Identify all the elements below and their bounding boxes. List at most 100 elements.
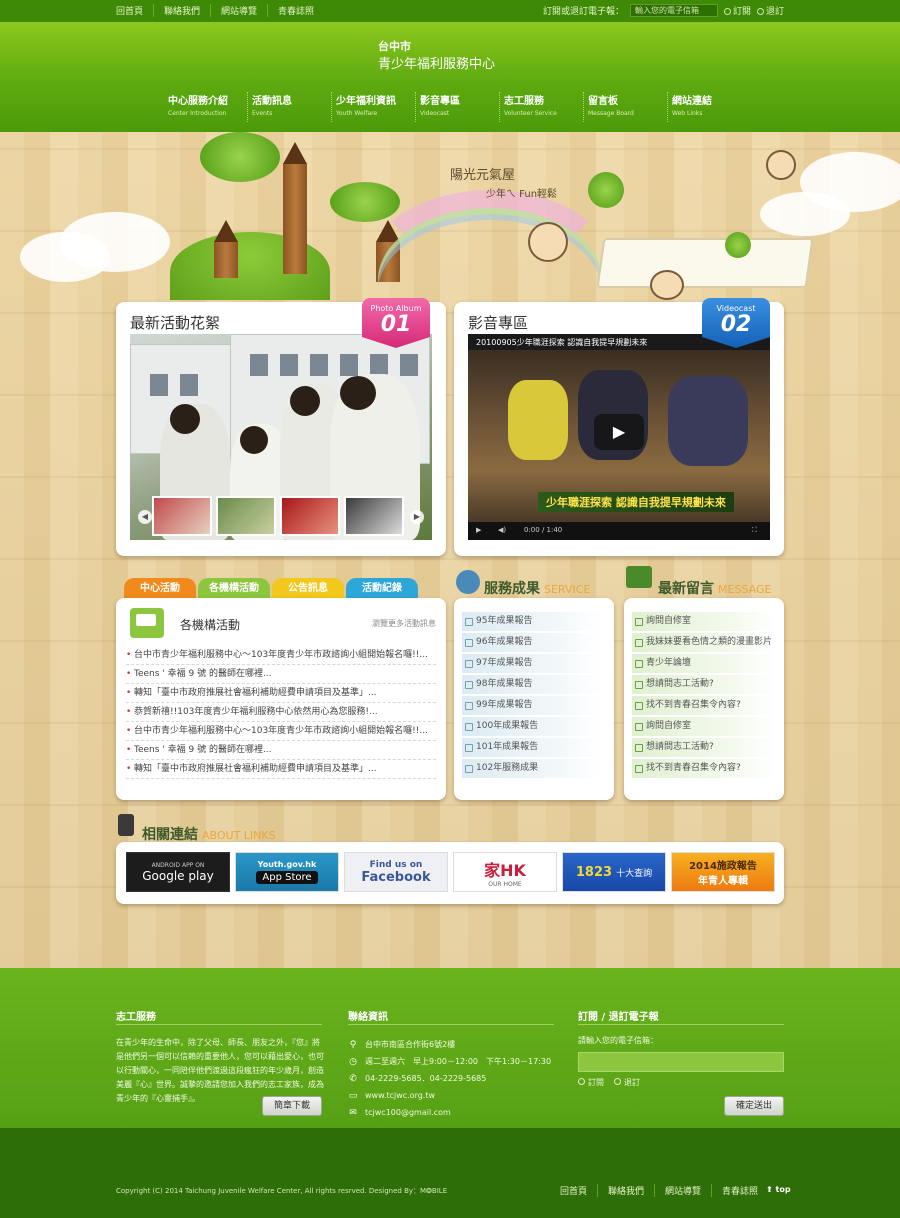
video-time: 0:00 / 1:40 (524, 526, 563, 534)
message-item[interactable]: 找不到青春召集令內容? (632, 696, 776, 715)
footer-contact-list: ⚲ 台中市南區合作街6號2樓 ◷ 週二至週六 早上9:00－12:00 下午1:30… (348, 1036, 551, 1121)
nav-message-board[interactable]: 留言板 Message Board (584, 92, 668, 122)
thumbnail[interactable] (280, 496, 340, 536)
phone-icon: ✆ (349, 1073, 357, 1084)
tab-announcements[interactable]: 公告訊息 (272, 578, 344, 600)
service-report-item[interactable]: 97年成果報告 (462, 654, 602, 673)
subscribe-radio[interactable]: 訂閱 (723, 4, 751, 17)
contact-website[interactable]: ▭ www.tcjwc.org.tw (348, 1087, 551, 1104)
subscribe-email-input[interactable]: 輸入您的電子信箱 (629, 4, 718, 17)
newsletter-subscribe-radio[interactable]: 訂閱 (578, 1076, 604, 1090)
thumbnail[interactable] (344, 496, 404, 536)
video-player[interactable]: 20100905少年職涯探索 認識自我提早規劃未來 ▶ 少年職涯探索 認識自我提… (468, 334, 770, 540)
bottom-links: 回首頁 聯絡我們 網站導覽 青春誌照 (560, 1184, 768, 1197)
video-controls: ▶ ◀) 0:00 / 1:40 ⛶ (468, 522, 770, 540)
message-item[interactable]: 想請問志工活動? (632, 675, 776, 694)
contact-email[interactable]: ✉ tcjwc100@gmail.com (348, 1104, 551, 1121)
list-item[interactable]: 台中市青少年福利服務中心～103年度青少年市政諮詢小組開始報名囉!!... (126, 646, 436, 665)
list-item[interactable]: 台中市青少年福利服務中心～103年度青少年市政諮詢小組開始報名囉!!... (126, 722, 436, 741)
facebook-link[interactable]: Find us on Facebook (344, 852, 448, 892)
top-link-contact[interactable]: 聯絡我們 (154, 4, 212, 17)
banner-slogan-title: 陽光元氣屋 (450, 168, 516, 183)
bottom-link-contact[interactable]: 聯絡我們 (598, 1184, 656, 1197)
logo-line2[interactable]: 青少年福利服務中心 (378, 53, 495, 72)
google-play-link[interactable]: ANDROID APP ON Google play (126, 852, 230, 892)
home-hk-link[interactable]: 家HK OUR HOME (453, 852, 557, 892)
nav-events[interactable]: 活動訊息 Events (248, 92, 332, 122)
service-heading: 服務成果 SERVICE (484, 581, 591, 597)
service-report-item[interactable]: 98年成果報告 (462, 675, 602, 694)
play-icon[interactable]: ▶ (594, 414, 644, 450)
message-panel: 詢問自修室 我妹妹要看色情之類的漫畫影片 青少年論壇 想請問志工活動? 找不到青… (624, 598, 784, 800)
activity-tabs: 中心活動 各機構活動 公告訊息 活動紀錄 (124, 578, 418, 600)
photo-slideshow[interactable]: ◀ ▶ (130, 334, 432, 540)
bottom-link-home[interactable]: 回首頁 (560, 1184, 599, 1197)
list-item[interactable]: Teens ' 幸福 9 號 的醫師在哪裡... (126, 741, 436, 760)
top-link-sitemap[interactable]: 網站導覽 (211, 4, 269, 17)
download-brochure-button[interactable]: 簡章下載 (262, 1096, 322, 1116)
tab-activity-records[interactable]: 活動紀錄 (346, 578, 418, 600)
nav-youth-welfare[interactable]: 少年福利資訊 Youth Welfare (332, 92, 416, 122)
mail-icon: ✉ (349, 1107, 357, 1118)
unsubscribe-radio[interactable]: 退訂 (756, 4, 784, 17)
app-store-link[interactable]: Youth.gov.hk App Store (235, 852, 339, 892)
arrow-up-icon: ⬆ (766, 1185, 776, 1194)
banner-slogan-sub: 少年ㄟ Fun輕鬆 (486, 189, 558, 200)
logo-line1[interactable]: 台中市 (378, 38, 411, 54)
nav-videocast[interactable]: 影音專區 Videocast (416, 92, 500, 122)
copyright: Copyright (C) 2014 Taichung Juvenile Wel… (116, 1187, 448, 1195)
list-item[interactable]: 恭賀新禧!!103年度青少年福利服務中心依然用心為您服務!... (126, 703, 436, 722)
newsletter-unsubscribe-radio[interactable]: 退訂 (614, 1076, 640, 1090)
activity-panel: 各機構活動 瀏覽更多活動訊息 台中市青少年福利服務中心～103年度青少年市政諮詢… (116, 598, 446, 800)
1823-link[interactable]: 1823 十大查詢 (562, 852, 666, 892)
submit-newsletter-button[interactable]: 確定送出 (724, 1096, 784, 1116)
service-report-item[interactable]: 102年服務成果 (462, 759, 602, 778)
back-to-top-button[interactable]: ⬆ top (766, 1185, 791, 1194)
top-link-home[interactable]: 回首頁 (116, 4, 155, 17)
message-item[interactable]: 我妹妹要看色情之類的漫畫影片 (632, 633, 776, 652)
message-item[interactable]: 找不到青春召集令內容? (632, 759, 776, 778)
more-activities-link[interactable]: 瀏覽更多活動訊息 (372, 618, 436, 629)
clock-icon: ◷ (349, 1056, 357, 1067)
contact-hours: ◷ 週二至週六 早上9:00－12:00 下午1:30－17:30 (349, 1056, 552, 1067)
thumbnail[interactable] (216, 496, 276, 536)
activity-heading: 各機構活動 (180, 618, 241, 632)
kid-illustration (766, 150, 796, 180)
service-report-item[interactable]: 100年成果報告 (462, 717, 602, 736)
nav-center-introduction[interactable]: 中心服務介紹 Center Introduction (164, 92, 248, 122)
top-utility-bar: 回首頁 聯絡我們 網站導覽 青春誌照 訂閱或退訂電子報： 輸入您的電子信箱 訂閱… (0, 0, 900, 22)
newsletter-email-input[interactable] (578, 1052, 784, 1072)
nav-volunteer-service[interactable]: 志工服務 Volunteer Service (500, 92, 584, 122)
thumbnail[interactable] (152, 496, 212, 536)
newsletter-label: 請輸入您的電子信箱： (578, 1036, 658, 1045)
service-report-item[interactable]: 101年成果報告 (462, 738, 602, 757)
list-item[interactable]: 轉知「臺中市政府推展社會福利補助經費申請項目及基準」... (126, 684, 436, 703)
message-item[interactable]: 詢問自修室 (632, 612, 776, 631)
message-item[interactable]: 詢問自修室 (632, 717, 776, 736)
main-nav: 中心服務介紹 Center Introduction 活動訊息 Events 少年福… (164, 92, 752, 122)
fullscreen-icon[interactable]: ⛶ (752, 526, 757, 535)
service-report-item[interactable]: 95年成果報告 (462, 612, 602, 631)
chat-icon (130, 608, 164, 638)
service-panel: 95年成果報告 96年成果報告 97年成果報告 98年成果報告 99年成果報告 … (454, 598, 614, 800)
nav-web-links[interactable]: 網站連結 Web Links (668, 92, 752, 122)
tab-institution-activities[interactable]: 各機構活動 (198, 578, 270, 600)
tab-center-activities[interactable]: 中心活動 (124, 578, 196, 600)
book-illustration (596, 238, 814, 288)
volume-icon[interactable]: ◀) (498, 526, 506, 534)
bottom-link-sitemap[interactable]: 網站導覽 (655, 1184, 713, 1197)
play-control-icon[interactable]: ▶ (476, 526, 481, 534)
message-item[interactable]: 青少年論壇 (632, 654, 776, 673)
kid-illustration (650, 270, 684, 300)
policy-address-link[interactable]: 2014施政報告 年青人專輯 (671, 852, 775, 892)
service-report-item[interactable]: 96年成果報告 (462, 633, 602, 652)
list-item[interactable]: 轉知「臺中市政府推展社會福利補助經費申請項目及基準」... (126, 760, 436, 779)
top-subscribe: 訂閱或退訂電子報： 輸入您的電子信箱 訂閱 退訂 (543, 4, 784, 17)
prev-arrow-icon[interactable]: ◀ (138, 510, 152, 524)
list-item[interactable]: Teens ' 幸福 9 號 的醫師在哪裡... (126, 665, 436, 684)
top-link-gallery[interactable]: 青春誌照 (268, 4, 324, 17)
service-report-item[interactable]: 99年成果報告 (462, 696, 602, 715)
message-item[interactable]: 想請問志工活動? (632, 738, 776, 757)
next-arrow-icon[interactable]: ▶ (410, 510, 424, 524)
bottom-link-gallery[interactable]: 青春誌照 (712, 1184, 768, 1197)
